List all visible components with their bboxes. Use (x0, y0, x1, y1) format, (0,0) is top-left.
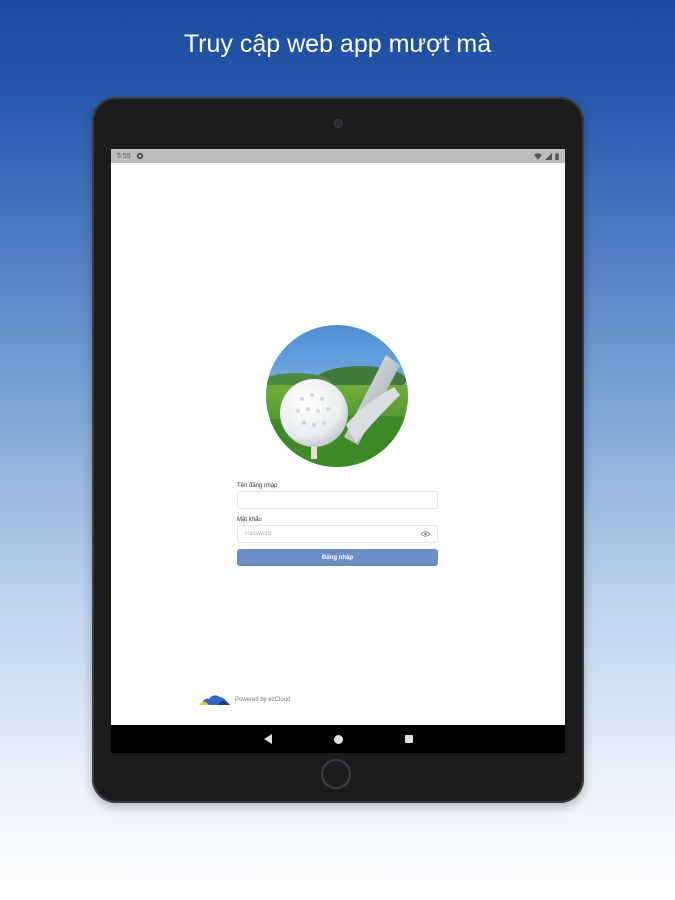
login-form: Tên đăng nhập Mật khẩu Đăng nhập (237, 483, 438, 566)
recent-apps-icon[interactable] (404, 735, 413, 743)
camera-icon (334, 119, 343, 128)
eye-icon[interactable] (421, 531, 430, 537)
headline: Truy cập web app mượt mà (183, 30, 492, 58)
password-input[interactable] (245, 531, 415, 537)
username-label: Tên đăng nhập (237, 483, 278, 489)
login-button[interactable]: Đăng nhập (237, 549, 438, 566)
home-icon[interactable] (333, 734, 343, 744)
signal-icon (545, 152, 552, 160)
tablet-frame: 5:55 Tên đăng nhập Mật khẩu Đăng nhập Po… (92, 97, 584, 803)
back-icon[interactable] (263, 734, 272, 744)
tablet-screen: 5:55 Tên đăng nhập Mật khẩu Đăng nhập Po… (111, 149, 565, 753)
password-field[interactable] (237, 525, 438, 543)
powered-by-text: Powered by ezCloud (235, 696, 291, 703)
powered-by-footer: Powered by ezCloud (199, 693, 290, 706)
password-label: Mật khẩu (237, 517, 262, 523)
android-nav-bar (111, 725, 565, 753)
status-time: 5:55 (117, 152, 131, 160)
username-input[interactable] (245, 497, 415, 503)
ezcloud-logo-icon (199, 695, 230, 705)
settings-icon (136, 152, 143, 160)
status-bar: 5:55 (111, 149, 565, 163)
username-field[interactable] (237, 491, 438, 509)
battery-icon (555, 152, 559, 160)
wifi-icon (534, 152, 542, 160)
home-button[interactable] (321, 759, 351, 789)
golf-ball-image (266, 325, 408, 467)
